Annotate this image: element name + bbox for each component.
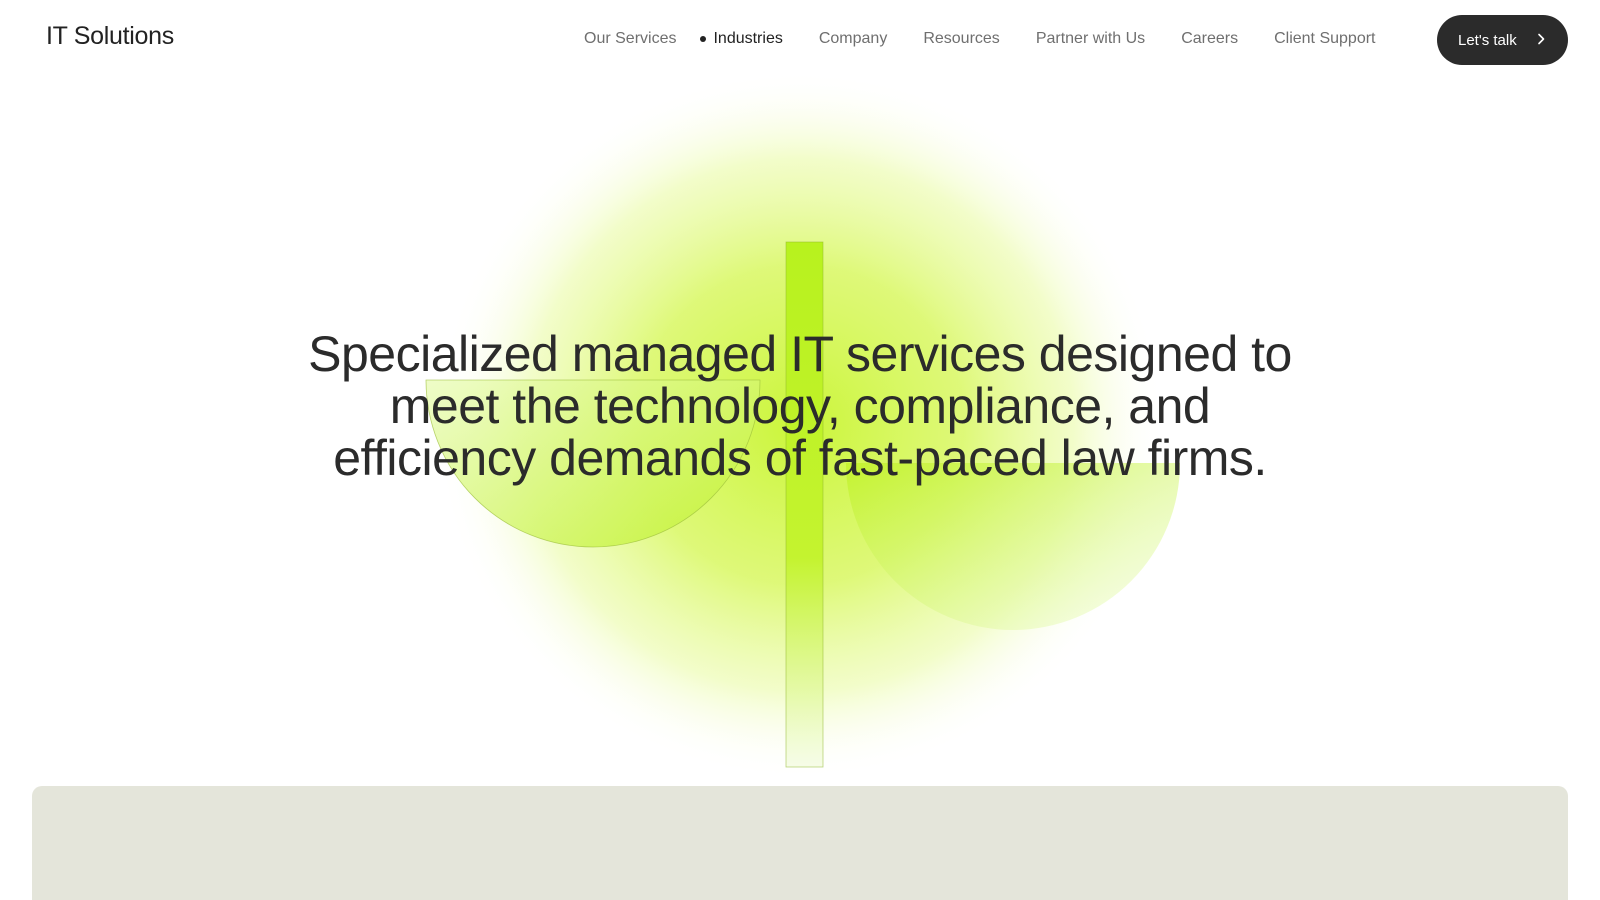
hero-headline: Specialized managed IT services designed…	[308, 326, 1292, 486]
nav-item-industries[interactable]: Industries	[700, 30, 783, 48]
chevron-right-icon	[1538, 33, 1545, 45]
nav-item-label: Partner with Us	[1035, 30, 1146, 47]
site-header: IT Solutions Our Services Industries Com…	[0, 0, 1600, 80]
main-nav: Our Services Industries Company Resource…	[584, 27, 1375, 51]
nav-item-label: Company	[818, 30, 888, 47]
nav-item-client-support[interactable]: Client Support	[1274, 30, 1375, 48]
nav-item-partner-with-us[interactable]: Partner with Us	[1036, 30, 1145, 48]
nav-item-resources[interactable]: Resources	[923, 30, 999, 48]
active-indicator-dot	[700, 36, 707, 42]
nav-item-company[interactable]: Company	[819, 30, 887, 48]
nav-item-label: Industries	[713, 30, 783, 47]
page: IT Solutions Our Services Industries Com…	[0, 0, 1600, 900]
site-logo[interactable]: IT Solutions	[46, 22, 174, 51]
nav-item-careers[interactable]: Careers	[1181, 30, 1238, 48]
nav-item-label: Our Services	[584, 30, 677, 47]
nav-item-label: Resources	[923, 30, 1000, 47]
lets-talk-label: Let's talk	[1458, 31, 1517, 49]
nav-item-label: Careers	[1181, 30, 1239, 47]
scale-pillar	[785, 241, 824, 768]
lets-talk-button[interactable]: Let's talk	[1437, 15, 1568, 65]
nav-item-our-services[interactable]: Our Services	[584, 30, 676, 48]
content-panel	[32, 786, 1568, 900]
nav-item-label: Client Support	[1274, 30, 1376, 47]
